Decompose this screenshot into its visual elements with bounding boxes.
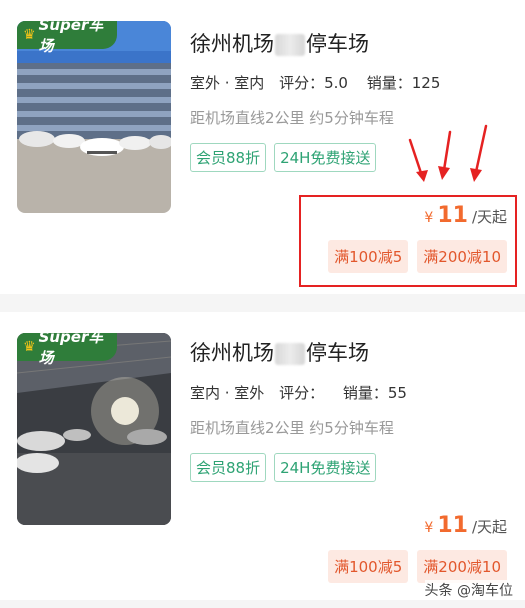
shuttle-tag: 24H免费接送: [274, 143, 377, 172]
distance-info: 距机场直线2公里 约5分钟车程: [190, 419, 394, 437]
listing-title[interactable]: 徐州机场 停车场: [190, 28, 369, 58]
shuttle-tag: 24H免费接送: [274, 453, 377, 482]
coupon-list: 满100减5 满200减10: [328, 550, 507, 583]
currency-symbol: ¥: [424, 520, 434, 536]
card-separator: [0, 600, 525, 608]
title-text: 徐州机场: [190, 341, 274, 365]
rating: 评分：: [279, 384, 325, 402]
sales-count: 销量：125: [366, 74, 441, 92]
crown-icon: ♛: [23, 339, 36, 355]
tag-list: 会员88折 24H免费接送: [190, 453, 377, 482]
card-separator: [0, 294, 525, 312]
title-text: 徐州机场: [190, 32, 274, 56]
parking-type: 室外 · 室内: [190, 74, 265, 96]
price-display: ¥11/天起: [424, 513, 507, 538]
watermark-text: 头条 @淘车位: [424, 583, 513, 599]
parking-type: 室内 · 室外: [190, 384, 265, 406]
watermark: 头条 @淘车位: [424, 580, 513, 600]
title-text: 停车场: [306, 341, 369, 365]
price-value: 11: [437, 513, 468, 538]
listing-meta: 室内 · 室外 评分： 销量：55: [190, 382, 407, 406]
coupon-tag[interactable]: 满200减10: [417, 550, 507, 583]
price-highlight-box: [299, 195, 517, 287]
distance-info: 距机场直线2公里 约5分钟车程: [190, 109, 394, 127]
listing-card[interactable]: ♛ Super车场 徐州机场 停车场 室内 · 室外 评分： 销量：55 距机场直…: [0, 312, 525, 608]
redacted-text: [275, 343, 305, 365]
member-discount-tag: 会员88折: [190, 143, 267, 172]
sales-count: 销量：55: [342, 384, 407, 402]
coupon-tag[interactable]: 满100减5: [328, 550, 409, 583]
redacted-text: [275, 34, 305, 56]
listing-title[interactable]: 徐州机场 停车场: [190, 337, 369, 367]
price-unit: /天起: [471, 518, 507, 536]
badge-label: Super车场: [38, 333, 104, 367]
member-discount-tag: 会员88折: [190, 453, 267, 482]
listing-card[interactable]: ♛ Super车场 徐州机场 停车场 室外 · 室内 评分：5.0 销量：125 …: [0, 0, 525, 294]
annotation-arrows: [408, 124, 488, 182]
super-parking-badge: ♛ Super车场: [17, 333, 117, 367]
tag-list: 会员88折 24H免费接送: [190, 143, 377, 172]
crown-icon: ♛: [23, 27, 36, 43]
parking-lot-photo[interactable]: ♛ Super车场: [17, 21, 171, 213]
badge-label: Super车场: [38, 21, 104, 55]
rating: 评分：5.0: [279, 74, 348, 92]
listing-meta: 室外 · 室内 评分：5.0 销量：125: [190, 72, 441, 96]
super-parking-badge: ♛ Super车场: [17, 21, 117, 55]
parking-lot-photo[interactable]: ♛ Super车场: [17, 333, 171, 525]
title-text: 停车场: [306, 32, 369, 56]
